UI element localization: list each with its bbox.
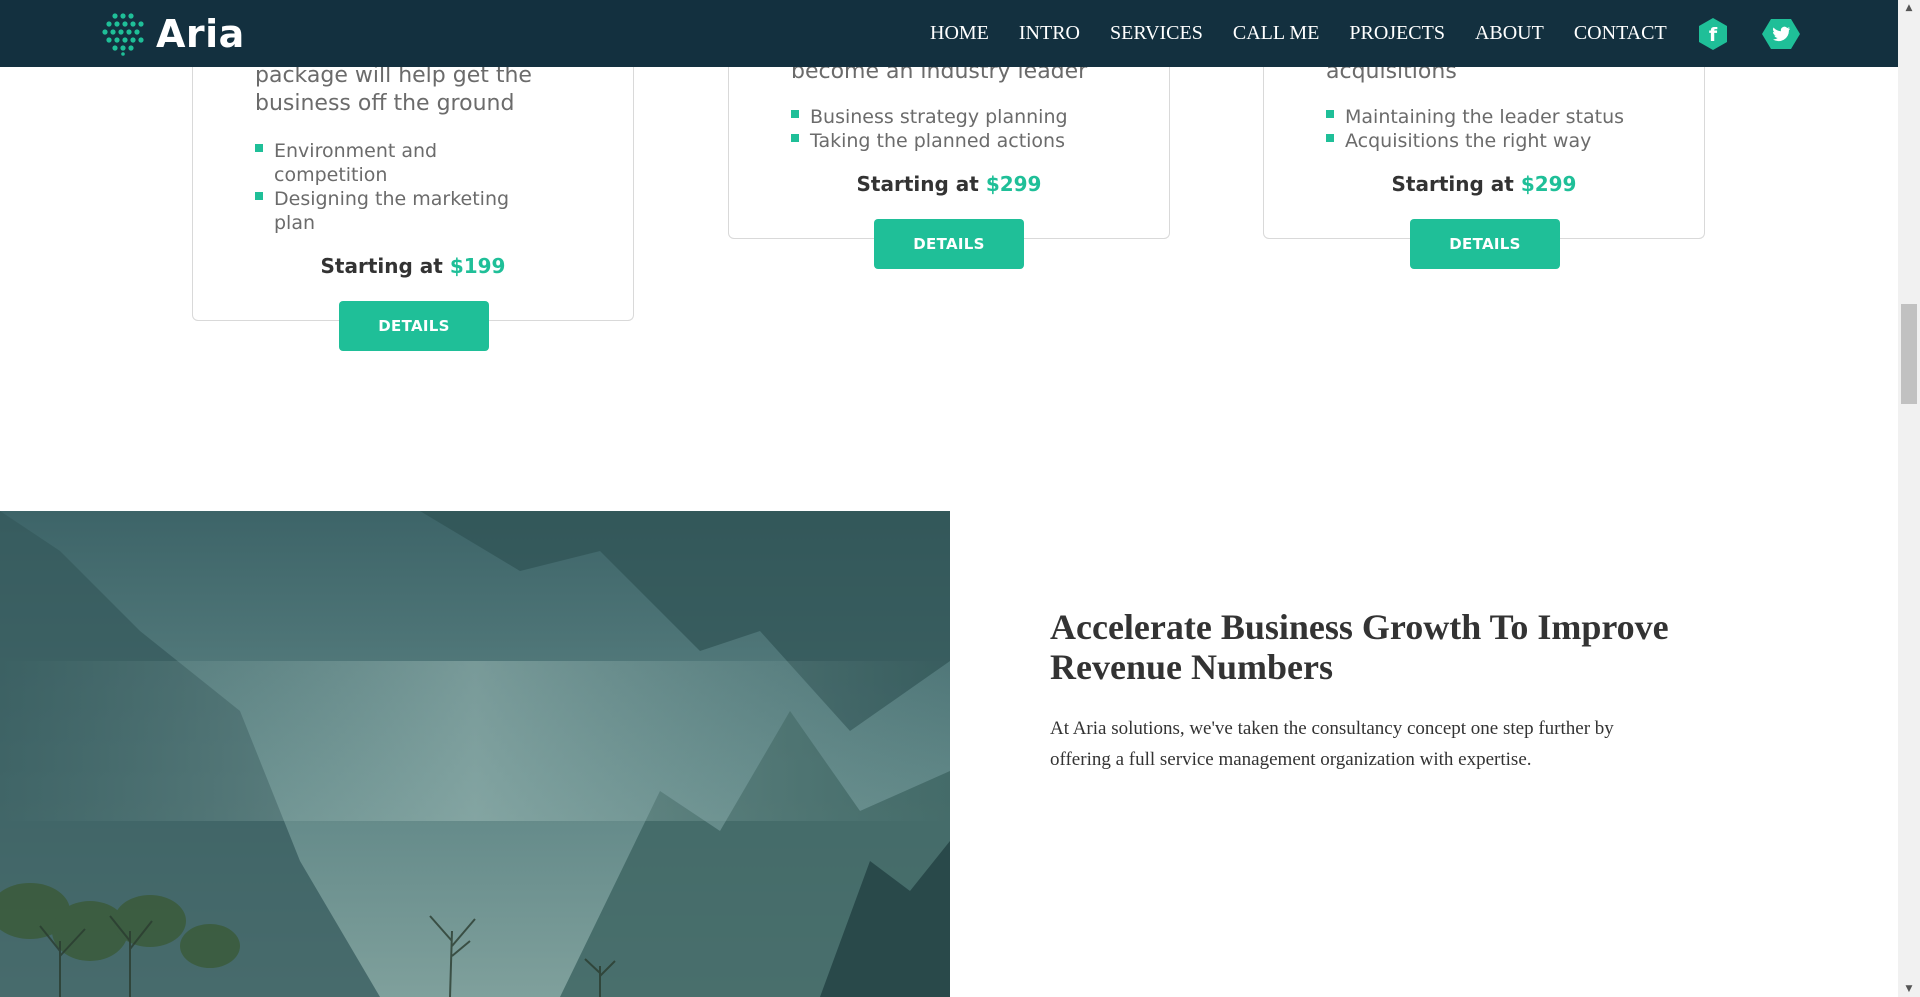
feature-item: Acquisitions the right way	[1326, 129, 1666, 153]
section-paragraph: At Aria solutions, we've taken the consu…	[1050, 718, 1614, 770]
price-label: Starting at	[856, 172, 979, 196]
feature-item: Business strategy planning	[791, 105, 1131, 129]
price-line: Starting at $299	[1264, 172, 1704, 196]
price-amount: $299	[1520, 172, 1577, 196]
nav-link-about[interactable]: ABOUT	[1475, 22, 1544, 45]
brand-logo[interactable]: Aria	[100, 12, 245, 56]
feature-item: Designing the marketing plan	[255, 187, 555, 235]
facebook-icon[interactable]: f	[1696, 17, 1730, 51]
feature-item: Environment and competition	[255, 139, 555, 187]
price-label: Starting at	[320, 254, 443, 278]
section-heading: Accelerate Business Growth To Improve Re…	[1050, 607, 1669, 687]
feature-item: Maintaining the leader status	[1326, 105, 1666, 129]
scroll-down-icon[interactable]: ▼	[1898, 981, 1920, 997]
vertical-scrollbar[interactable]: ▲ ▼	[1898, 0, 1920, 997]
price-amount: $299	[985, 172, 1042, 196]
price-line: Starting at $299	[729, 172, 1169, 196]
svg-text:f: f	[1709, 24, 1718, 46]
logo-dots-icon	[102, 13, 144, 56]
nav-link-intro[interactable]: INTRO	[1019, 22, 1080, 45]
feature-list: Environment and competition Designing th…	[255, 139, 555, 235]
price-amount: $199	[449, 254, 506, 278]
card-description: package will help get the business off t…	[255, 63, 532, 116]
price-label: Starting at	[1391, 172, 1514, 196]
twitter-icon[interactable]	[1761, 17, 1800, 51]
details-button[interactable]: DETAILS	[339, 301, 489, 351]
feature-list: Business strategy planning Taking the pl…	[791, 105, 1131, 153]
foggy-mountain-image	[0, 511, 950, 997]
details-button[interactable]: DETAILS	[1410, 219, 1560, 269]
main-nav: HOME INTRO SERVICES CALL ME PROJECTS ABO…	[930, 0, 1697, 67]
brand-name: Aria	[156, 12, 245, 56]
price-line: Starting at $199	[193, 254, 633, 278]
nav-link-services[interactable]: SERVICES	[1110, 22, 1203, 45]
nav-link-call-me[interactable]: CALL ME	[1233, 22, 1319, 45]
scroll-up-icon[interactable]: ▲	[1898, 0, 1920, 16]
nav-link-projects[interactable]: PROJECTS	[1349, 22, 1445, 45]
nav-link-home[interactable]: HOME	[930, 22, 989, 45]
feature-item: Taking the planned actions	[791, 129, 1131, 153]
scroll-thumb[interactable]	[1901, 304, 1917, 404]
nav-link-contact[interactable]: CONTACT	[1574, 22, 1667, 45]
top-navbar: Aria HOME INTRO SERVICES CALL ME PROJECT…	[0, 0, 1898, 67]
details-button[interactable]: DETAILS	[874, 219, 1024, 269]
feature-list: Maintaining the leader status Acquisitio…	[1326, 105, 1666, 153]
